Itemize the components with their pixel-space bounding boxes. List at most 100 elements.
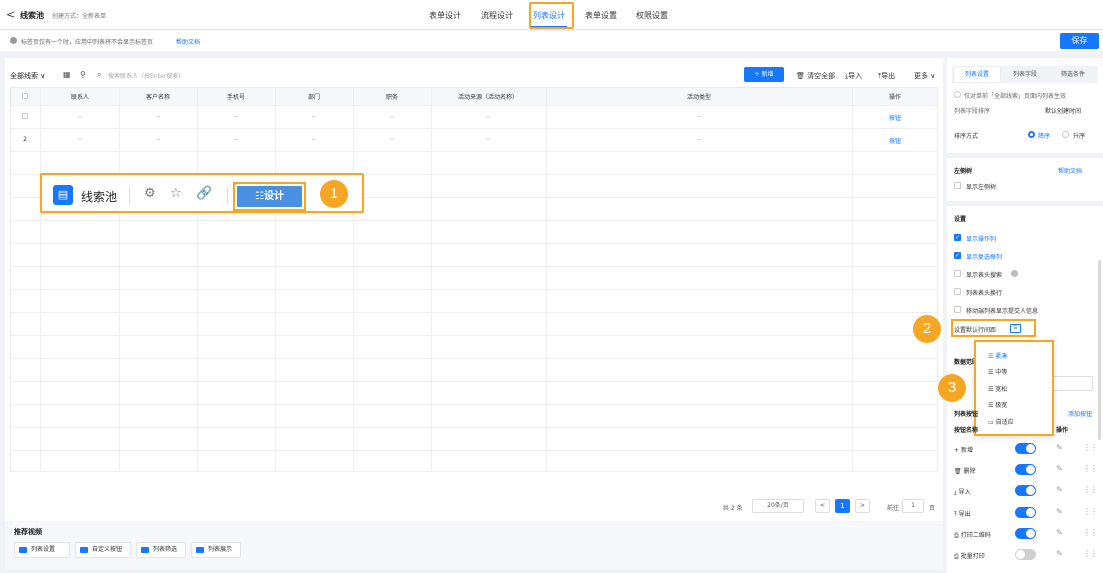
help-icon[interactable] (1011, 270, 1018, 277)
save-button[interactable]: 保存 (1060, 33, 1099, 49)
drag-handle-icon[interactable]: ⋮⋮ (1083, 464, 1098, 473)
header-wrap-checkbox[interactable] (954, 288, 961, 295)
button-row-export: ⤒ 导出 (954, 509, 971, 519)
row-index: 2 (23, 136, 27, 143)
column-header[interactable]: 手机号 (227, 92, 245, 101)
left-tree-help-link[interactable]: 帮助文档 (1058, 166, 1082, 175)
select-all-checkbox[interactable] (22, 93, 28, 99)
more-dropdown[interactable]: 更多 ∨ (914, 71, 935, 81)
density-option-adaptive[interactable]: ▭ 自适应 (988, 417, 1014, 426)
header-search-checkbox[interactable] (954, 270, 961, 277)
drag-handle-icon[interactable]: ⋮⋮ (1083, 528, 1098, 537)
drag-handle-icon[interactable]: ⋮⋮ (1083, 443, 1098, 452)
view-filter-dropdown[interactable]: 全部线索 ∨ (10, 71, 45, 81)
row-checkbox[interactable] (22, 113, 28, 119)
video-icon (196, 547, 204, 553)
total-count: 共 2 条 (723, 505, 743, 512)
density-option-compact[interactable]: ☰ 紧凑 (988, 351, 1007, 360)
video-card[interactable]: 列表展示 (191, 542, 241, 558)
button-toggle-batch-print[interactable] (1015, 549, 1036, 560)
page-size-select[interactable]: 20条/页 (752, 499, 804, 513)
video-icon (80, 547, 88, 553)
filter-icon[interactable]: ⚲ (80, 70, 86, 79)
button-toggle-export[interactable] (1015, 507, 1036, 518)
data-table (10, 87, 938, 471)
density-option-loose[interactable]: ☰ 宽松 (988, 384, 1007, 393)
export-button[interactable]: ⤒导出 (878, 71, 895, 81)
panel-tab-list-fields[interactable]: 列表字段 (1002, 67, 1048, 82)
add-button-link[interactable]: 添加按钮 (1068, 409, 1092, 418)
sliders-icon: ☷ (255, 191, 264, 202)
tab-form-design[interactable]: 表单设计 (429, 10, 461, 21)
col-divider (40, 87, 41, 471)
mobile-submitter-checkbox[interactable] (954, 306, 961, 313)
video-card[interactable]: 列表筛选 (136, 542, 186, 558)
tab-permission-settings[interactable]: 权限设置 (636, 10, 668, 21)
drag-handle-icon[interactable]: ⋮⋮ (1083, 485, 1098, 494)
panel-scrollbar[interactable] (1098, 260, 1101, 440)
edit-icon[interactable]: ✎ (1056, 549, 1063, 558)
button-label: 批量打印 (960, 553, 985, 560)
clear-all-button[interactable]: 🗑 清空全部 (796, 71, 835, 81)
column-header[interactable]: 联系人 (71, 92, 89, 101)
next-page-button[interactable]: > (855, 499, 870, 513)
show-checkbox-column-checkbox[interactable]: ✓ (954, 252, 961, 259)
show-action-column-checkbox[interactable]: ✓ (954, 234, 961, 241)
panel-tab-filters[interactable]: 筛选条件 (1050, 67, 1096, 82)
drag-handle-icon[interactable]: ⋮⋮ (1083, 549, 1098, 558)
video-card[interactable]: 自定义按钮 (75, 542, 131, 558)
export-label: 导出 (881, 72, 896, 80)
table-cell: -- (77, 136, 83, 143)
tab-highlight-box (529, 2, 574, 29)
goto-label: 前往 (887, 505, 900, 512)
sort-field-select[interactable]: 默认创建时间 (1045, 106, 1081, 115)
column-header[interactable]: 客户名称 (146, 92, 170, 101)
link-icon[interactable]: 🔗 (196, 186, 212, 201)
current-page[interactable]: 1 (835, 499, 850, 513)
edit-icon[interactable]: ✎ (1056, 464, 1063, 473)
sort-desc-radio[interactable] (1028, 131, 1035, 138)
button-toggle-import[interactable] (1015, 485, 1036, 496)
drag-handle-icon[interactable]: ⋮⋮ (1083, 507, 1098, 516)
calendar-icon[interactable]: ▦ (63, 70, 71, 79)
show-left-tree-checkbox[interactable] (954, 182, 961, 189)
edit-icon[interactable]: ✎ (1056, 528, 1063, 537)
column-header[interactable]: 活动来源（活动名称） (458, 92, 518, 101)
clear-all-label: 清空全部 (807, 72, 836, 80)
button-toggle-new[interactable] (1015, 443, 1036, 454)
chevron-down-icon: ∨ (40, 72, 46, 80)
edit-icon[interactable]: ✎ (1056, 485, 1063, 494)
column-header[interactable]: 活动类型 (687, 92, 711, 101)
help-doc-link[interactable]: 帮助文档 (176, 37, 200, 46)
gear-icon[interactable]: ⚙ (144, 186, 156, 201)
edit-icon[interactable]: ✎ (1056, 507, 1063, 516)
app-title: 线索池 (20, 11, 44, 20)
video-card[interactable]: 列表设置 (14, 542, 70, 558)
row-action-button[interactable]: 按钮 (889, 136, 901, 145)
back-icon[interactable]: < (6, 8, 15, 21)
search-input[interactable]: 搜索联系人（按Enter搜索） (108, 71, 184, 80)
star-icon[interactable]: ☆ (170, 186, 182, 201)
tab-flow-design[interactable]: 流程设计 (481, 10, 513, 21)
col-divider (119, 87, 120, 471)
table-cell: -- (155, 136, 161, 143)
density-option-medium[interactable]: ☰ 中等 (988, 367, 1007, 376)
column-header[interactable]: 职务 (386, 92, 398, 101)
prev-page-button[interactable]: < (815, 499, 830, 513)
panel-tab-list-settings[interactable]: 列表设置 (954, 67, 1000, 82)
column-header[interactable]: 部门 (308, 92, 320, 101)
density-option-extra-loose[interactable]: ☰ 极宽 (988, 400, 1007, 409)
row-divider (10, 404, 938, 405)
button-toggle-print-qr[interactable] (1015, 528, 1036, 539)
sort-asc-radio[interactable] (1062, 131, 1069, 138)
sort-order-label: 排序方式 (954, 133, 979, 140)
row-action-button[interactable]: 按钮 (889, 113, 901, 122)
tab-form-settings[interactable]: 表单设置 (585, 10, 617, 21)
edit-icon[interactable]: ✎ (1056, 443, 1063, 452)
density-icon[interactable]: ☰ (1010, 324, 1021, 333)
design-button[interactable]: ☷设计 (237, 186, 302, 207)
button-toggle-delete[interactable] (1015, 464, 1036, 475)
new-button[interactable]: + 新增 (744, 67, 784, 82)
goto-page-input[interactable]: 1 (902, 499, 924, 513)
import-button[interactable]: ⤓导入 (845, 71, 862, 81)
